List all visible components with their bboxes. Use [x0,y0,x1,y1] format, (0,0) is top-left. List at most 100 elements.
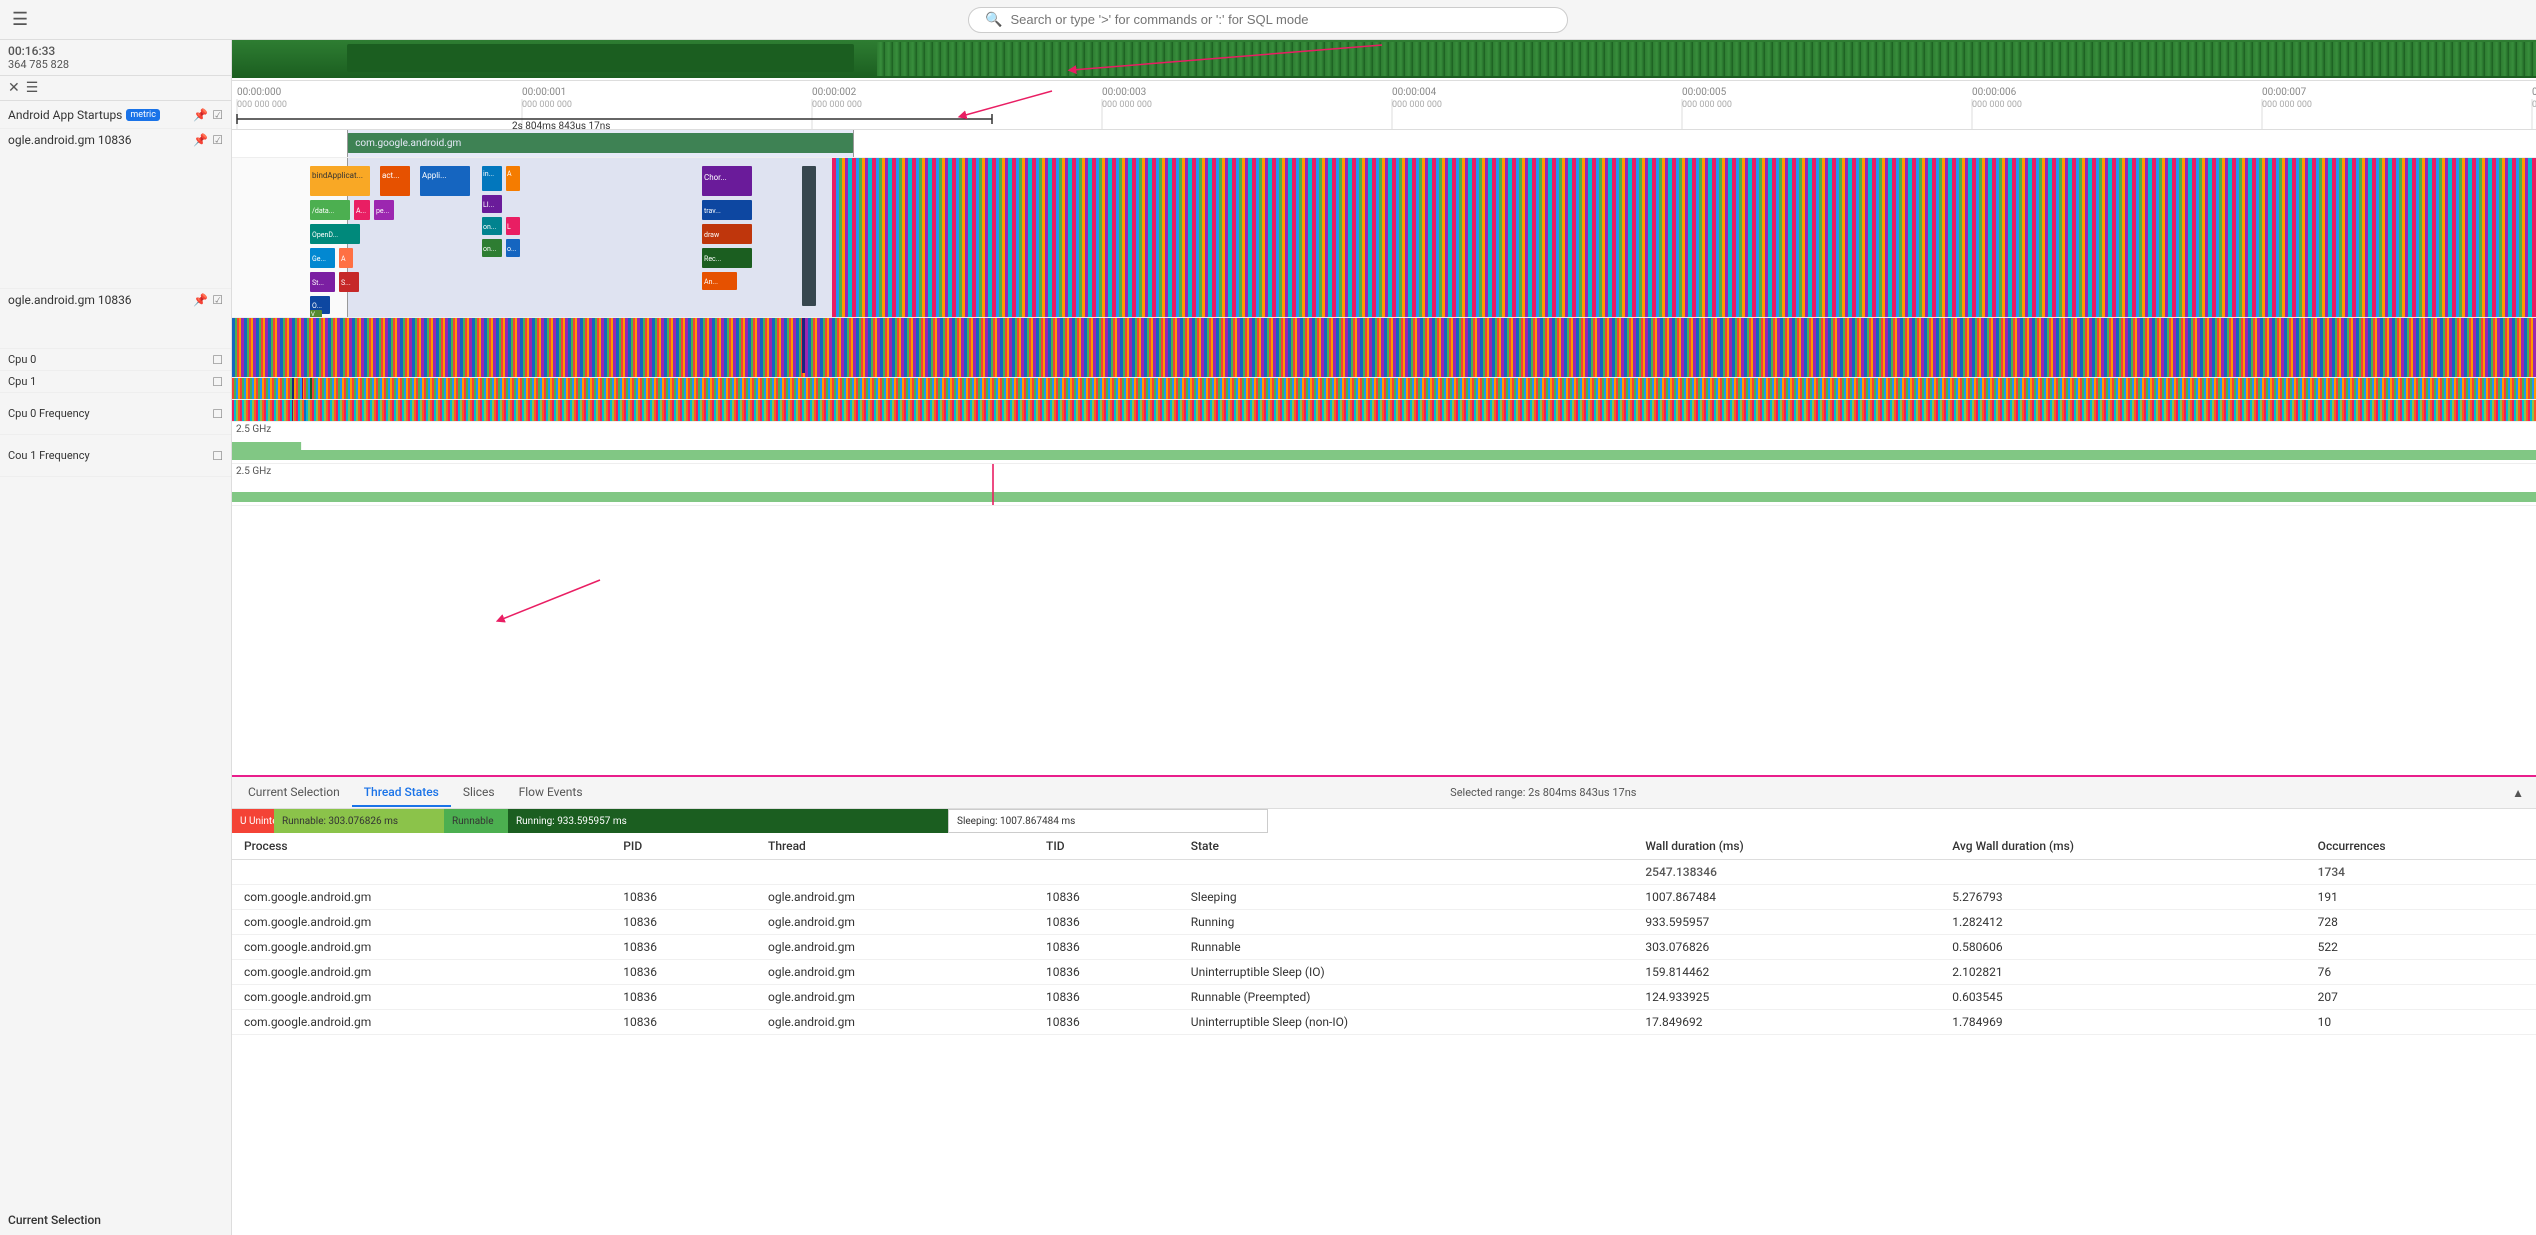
track-cpu1-freq[interactable]: 2.5 GHz [232,464,2536,506]
tab-flow-events[interactable]: Flow Events [507,779,595,807]
svg-text:A: A [341,255,346,263]
svg-text:000 000 000: 000 000 000 [2532,100,2536,110]
right-panel: 00:00:000 000 000 000 00:00:001 000 000 … [232,40,2536,1235]
data-table[interactable]: Process PID Thread TID State Wall durati… [232,833,2536,1235]
svg-text:S...: S... [341,279,351,287]
track-cpu0[interactable] [232,378,2536,400]
up-arrow-button[interactable]: ▲ [2504,782,2532,804]
col-occurrences: Occurrences [2306,833,2536,860]
svg-text:2s 804ms 843us 17ns: 2s 804ms 843us 17ns [512,121,610,130]
svg-text:00:00:004: 00:00:004 [1392,87,1437,98]
search-input[interactable] [1010,12,1551,27]
cell-state: Sleeping [1179,885,1634,910]
svg-text:V: V [311,311,315,318]
label-text: Cpu 0 [8,353,36,366]
svg-text:00:00:003: 00:00:003 [1102,87,1146,98]
main-layout: 00:16:33 364 785 828 ✕ ☰ Android App Sta… [0,40,2536,1235]
col-wall-duration: Wall duration (ms) [1633,833,1940,860]
hamburger-icon[interactable]: ☰ [12,9,28,30]
checkbox-icon[interactable]: ☐ [212,353,223,367]
track-label-cpu1: Cpu 1 ☐ [0,371,231,393]
checkbox-icon[interactable]: ☐ [212,407,223,421]
state-runnable-2: Runnable [444,809,508,833]
table-row[interactable]: com.google.android.gm 10836 ogle.android… [232,960,2536,985]
tab-current-selection[interactable]: Current Selection [236,779,352,807]
svg-text:Appli...: Appli... [422,171,446,180]
svg-text:Ge...: Ge... [312,255,326,263]
svg-text:00:00:008: 00:00:008 [2532,87,2536,98]
bottom-panel: Current Selection Thread States Slices F… [232,775,2536,1235]
pin-icon[interactable]: 📌 [193,133,208,147]
checkbox-icon[interactable]: ☐ [212,375,223,389]
table-row[interactable]: com.google.android.gm 10836 ogle.android… [232,885,2536,910]
table-row[interactable]: com.google.android.gm 10836 ogle.android… [232,935,2536,960]
overview-arrow [232,40,2536,78]
svg-text:00:00:005: 00:00:005 [1682,87,1727,98]
table-row[interactable]: com.google.android.gm 10836 ogle.android… [232,910,2536,935]
svg-text:00:00:000: 00:00:000 [237,87,282,98]
label-text: Android App Startups [8,108,122,122]
track-cpu1[interactable] [232,400,2536,422]
cpu0-viz [232,378,2536,400]
cell-wall: 1007.867484 [1633,885,1940,910]
svg-text:o...: o... [507,245,517,253]
cell-occ: 191 [2306,885,2536,910]
track-cpu0-freq[interactable]: 2.5 GHz [232,422,2536,464]
svg-text:O...: O... [312,302,322,310]
track-label-cpu0: Cpu 0 ☐ [0,349,231,371]
pin-icon[interactable]: 📌 [193,108,208,122]
tab-thread-states[interactable]: Thread States [352,779,451,807]
tab-slices[interactable]: Slices [451,779,507,807]
label-text: Cpu 1 [8,375,36,388]
svg-text:OpenD...: OpenD... [312,231,338,239]
cell-avg-wall: 5.276793 [1940,885,2305,910]
checkbox-icon[interactable]: ☑ [212,133,223,147]
svg-text:LI...: LI... [483,201,494,209]
col-pid: PID [611,833,756,860]
label-text: ogle.android.gm 10836 [8,133,132,147]
top-bar: ☰ 🔍 [0,0,2536,40]
current-selection-label: Current Selection [0,1205,231,1235]
state-runnable-1: Runnable: 303.076826 ms [274,809,444,833]
state-bar: U Uninterruptible Runnable: 303.076826 m… [232,809,2536,833]
track-label-ogle-2: ogle.android.gm 10836 📌 ☑ [0,289,231,349]
thread-states-table: Process PID Thread TID State Wall durati… [232,833,2536,1035]
table-row[interactable]: com.google.android.gm 10836 ogle.android… [232,985,2536,1010]
svg-text:A...: A... [356,207,366,215]
svg-text:Chor...: Chor... [704,173,727,182]
track-label-ogle-1: ogle.android.gm 10836 📌 ☑ [0,129,231,289]
cell-process: com.google.android.gm [232,885,611,910]
close-icon[interactable]: ✕ [8,80,20,96]
svg-text:on...: on... [483,245,497,253]
svg-text:000 000 000: 000 000 000 [237,100,287,110]
svg-text:000 000 000: 000 000 000 [1972,100,2022,110]
pin-icon[interactable]: 📌 [193,293,208,307]
menu-icon[interactable]: ☰ [26,80,39,96]
svg-text:Rec...: Rec... [704,255,721,263]
svg-text:L: L [507,223,511,231]
checkbox-icon[interactable]: ☐ [212,449,223,463]
col-tid: TID [1034,833,1179,860]
svg-text:000 000 000: 000 000 000 [812,100,862,110]
metric-badge: metric [126,109,160,121]
current-time: 00:16:33 [8,44,223,58]
track-thread-2[interactable] [232,318,2536,378]
label-text: ogle.android.gm 10836 [8,293,132,307]
tracks-area[interactable]: com.google.android.gm bindApplicat... ac… [232,130,2536,775]
track-thread-1[interactable]: bindApplicat... act... Appli... /data...… [232,158,2536,318]
table-row[interactable]: com.google.android.gm 10836 ogle.android… [232,1010,2536,1035]
track-android-startups[interactable]: com.google.android.gm [232,130,2536,158]
search-bar[interactable]: 🔍 [968,7,1568,33]
svg-text:St...: St... [312,279,324,287]
thread-viz-2 [232,318,2536,378]
timeline-overview[interactable]: 00:00:000 000 000 000 00:00:001 000 000 … [232,40,2536,130]
search-icon: 🔍 [985,12,1002,28]
svg-text:000 000 000: 000 000 000 [1682,100,1732,110]
track-controls: ✕ ☰ [0,76,231,101]
left-panel: 00:16:33 364 785 828 ✕ ☰ Android App Sta… [0,40,232,1235]
checkbox-icon[interactable]: ☑ [212,108,223,122]
svg-text:00:00:007: 00:00:007 [2262,87,2307,98]
svg-text:/data...: /data... [312,207,334,215]
cpu0-freq-viz [232,422,2536,464]
checkbox-icon[interactable]: ☑ [212,293,223,307]
